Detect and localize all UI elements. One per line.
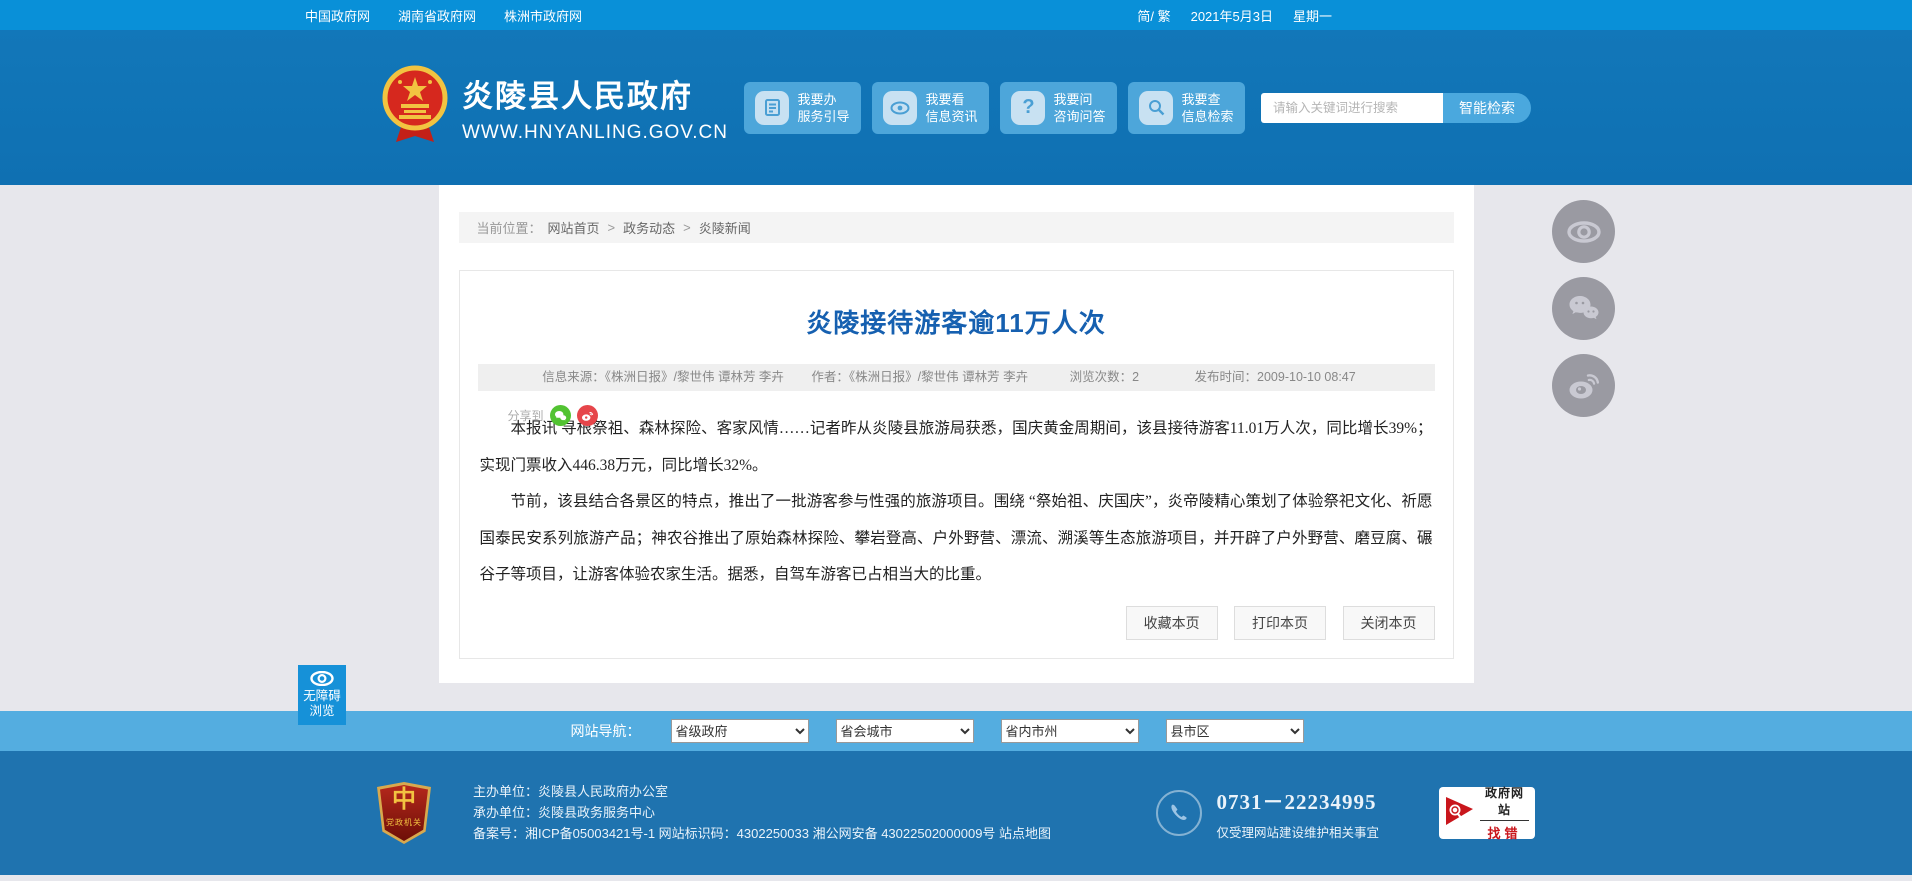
button-i-want-service[interactable]: 我要办 服务引导 [743,81,861,134]
breadcrumb-separator: > [683,220,691,235]
wechat-share-button[interactable] [1552,277,1615,340]
breadcrumb-label: 当前位置： [476,221,542,236]
quick-buttons: 我要办 服务引导 我要看 信息资讯 ? 我要问 咨询问答 我要查 信息检索 [743,81,1245,134]
accessibility-label-line2: 浏览 [309,704,335,718]
article-meta-bar: 信息来源：《株洲日报》/黎世伟 谭林芳 李卉 作者：《株洲日报》/黎世伟 谭林芳… [477,364,1435,391]
eye-icon [883,90,918,125]
meta-source: 信息来源：《株洲日报》/黎世伟 谭林芳 李卉 [542,370,784,384]
link-hunan-gov[interactable]: 湖南省政府网 [398,6,476,25]
eye-icon [1566,220,1601,243]
document-icon [755,90,790,125]
footer-undertaker: 承办单位：炎陵县政务服务中心 [473,805,656,820]
qbtn-line2: 咨询问答 [1053,108,1106,124]
site-nav-strip: 网站导航： 省级政府 省会城市 省内市州 县市区 [0,711,1912,751]
weibo-icon [1569,373,1599,398]
site-search: 智能检索 [1260,92,1531,123]
article-title: 炎陵接待游客逾11万人次 [806,308,1106,338]
national-emblem-icon [382,64,448,151]
qbtn-line2: 信息资讯 [925,108,978,124]
breadcrumb-yanling-news[interactable]: 炎陵新闻 [699,218,751,237]
current-date: 2021年5月3日 [1190,8,1273,24]
select-capital-cities[interactable]: 省会城市 [835,719,974,743]
eye-icon [310,671,334,686]
link-zhuzhou-gov[interactable]: 株洲市政府网 [504,6,582,25]
share-wechat-icon[interactable] [549,405,571,426]
lang-switch[interactable]: 简/ 繁 [1137,6,1170,25]
search-icon [1139,90,1174,125]
qbtn-line1: 我要问 [1053,91,1093,107]
shield-label: 党政机关 [386,818,422,827]
share-weibo-icon[interactable] [576,405,598,426]
select-province-cities[interactable]: 省内市州 [1000,719,1139,743]
qbtn-line1: 我要查 [1181,91,1221,107]
site-name: 炎陵县人民政府 [462,79,693,114]
share-widget: 分享到 [508,405,598,426]
article-actions: 收藏本页 打印本页 关闭本页 [1114,606,1435,640]
button-i-want-ask[interactable]: ? 我要问 咨询问答 [999,81,1117,134]
top-bar: 中国政府网 湖南省政府网 株洲市政府网 简/ 繁 2021年5月3日 星期一 [0,0,1912,30]
content-card: 当前位置： 网站首页 > 政务动态 > 炎陵新闻 炎陵接待游客逾11万人次 信息… [438,185,1474,683]
gov-links: 中国政府网 湖南省政府网 株洲市政府网 [305,6,582,25]
button-i-want-search[interactable]: 我要查 信息检索 [1127,81,1245,134]
article-body: 分享到 本报讯 寻根祭祖、森林探险、客家风情……记者昨从炎陵县旅游局获悉，国庆黄… [460,405,1453,594]
breadcrumb-gov-news[interactable]: 政务动态 [623,218,675,237]
accessibility-label-line1: 无障碍 [303,689,341,703]
phone-icon [1156,790,1203,836]
error-badge-line1: 政府网站 [1480,784,1529,821]
close-page-button[interactable]: 关闭本页 [1342,606,1435,640]
accessibility-eye-button[interactable] [1552,200,1615,263]
footer-info: 主办单位：炎陵县人民政府办公室 承办单位：炎陵县政务服务中心 备案号：湘ICP备… [473,780,1051,846]
article-paragraph: 节前，该县结合各景区的特点，推出了一批游客参与性强的旅游项目。围绕 “祭始祖、庆… [479,493,1433,583]
meta-publish-time: 发布时间：2009-10-10 08:47 [1194,370,1356,384]
footer-contact: 0731－22234995 仅受理网站建设维护相关事宜 [1156,786,1379,841]
footer-phone-number: 0731－22234995 [1216,789,1377,814]
main-area: 当前位置： 网站首页 > 政务动态 > 炎陵新闻 炎陵接待游客逾11万人次 信息… [0,185,1912,711]
select-provincial-gov[interactable]: 省级政府 [670,719,809,743]
weibo-share-button[interactable] [1552,354,1615,417]
article-paragraph: 本报讯 寻根祭祖、森林探险、客家风情……记者昨从炎陵县旅游局获悉，国庆黄金周期间… [479,420,1433,474]
qbtn-line2: 信息检索 [1181,108,1234,124]
meta-views: 浏览次数：2 [1069,370,1140,384]
site-logo[interactable]: 炎陵县人民政府 WWW.HNYANLING.GOV.CN [382,64,728,151]
share-label: 分享到 [507,409,544,423]
search-input[interactable] [1260,92,1443,123]
select-county-districts[interactable]: 县市区 [1165,719,1304,743]
site-footer: 中 党政机关 主办单位：炎陵县人民政府办公室 承办单位：炎陵县政务服务中心 备案… [0,751,1912,875]
accessibility-browse-badge[interactable]: 无障碍 浏览 [298,665,346,725]
bottom-strip [0,875,1912,881]
question-icon: ? [1011,90,1046,125]
bookmark-page-button[interactable]: 收藏本页 [1125,606,1218,640]
footer-phone-note: 仅受理网站建设维护相关事宜 [1216,825,1379,840]
qbtn-line2: 服务引导 [797,108,850,124]
qbtn-line1: 我要办 [797,91,837,107]
print-page-button[interactable]: 打印本页 [1234,606,1327,640]
site-nav-label: 网站导航： [570,723,641,739]
link-china-gov[interactable]: 中国政府网 [305,6,370,25]
button-i-want-read[interactable]: 我要看 信息资讯 [871,81,989,134]
error-badge-line2: 找错 [1487,826,1522,841]
site-header: 炎陵县人民政府 WWW.HNYANLING.GOV.CN 我要办 服务引导 我要看… [0,30,1912,185]
footer-organizer: 主办单位：炎陵县人民政府办公室 [473,784,669,799]
meta-author: 作者：《株洲日报》/黎世伟 谭林芳 李卉 [811,370,1029,384]
floating-toolbar [1552,200,1615,417]
error-report-magnifier-icon [1445,795,1475,832]
breadcrumb: 当前位置： 网站首页 > 政务动态 > 炎陵新闻 [458,212,1454,243]
smart-search-button[interactable]: 智能检索 [1442,92,1531,123]
article: 炎陵接待游客逾11万人次 信息来源：《株洲日报》/黎世伟 谭林芳 李卉 作者：《… [458,270,1454,659]
breadcrumb-home[interactable]: 网站首页 [548,218,600,237]
site-url: WWW.HNYANLING.GOV.CN [462,122,728,143]
qbtn-line1: 我要看 [925,91,965,107]
footer-icp-line: 备案号：湘ICP备05003421号-1 网站标识码：4302250033 湘公… [473,826,1052,841]
gov-site-error-report-badge[interactable]: 政府网站 找错 [1439,784,1535,841]
party-gov-shield-icon: 中 党政机关 [377,782,431,844]
current-weekday: 星期一 [1292,8,1332,24]
wechat-icon [1569,295,1598,319]
shield-glyph: 中 [392,786,416,813]
breadcrumb-separator: > [607,220,616,235]
